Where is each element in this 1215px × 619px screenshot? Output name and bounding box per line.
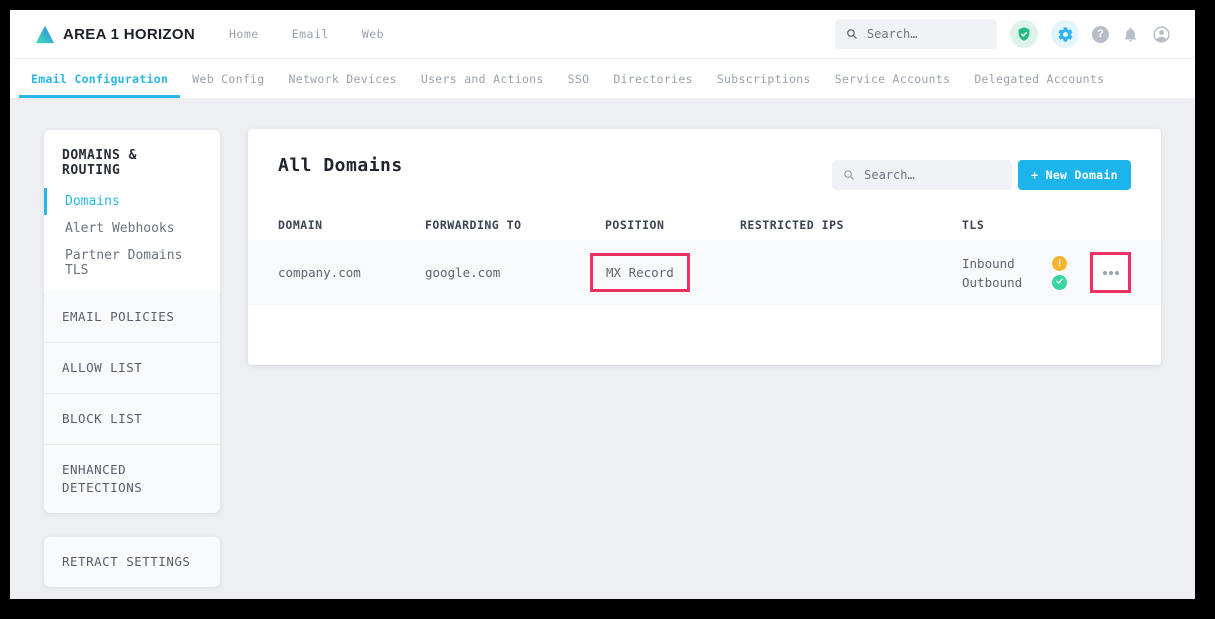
sidebar-item-email-policies[interactable]: EMAIL POLICIES <box>44 292 220 343</box>
primary-nav: Home Email Web <box>229 27 384 41</box>
column-forwarding-to: FORWARDING TO <box>425 218 605 232</box>
tab-email-configuration[interactable]: Email Configuration <box>19 59 180 98</box>
sidebar-item-domains[interactable]: Domains <box>44 188 220 215</box>
nav-home[interactable]: Home <box>229 27 259 41</box>
cell-tls: Inbound Outbound ! <box>962 252 1161 293</box>
help-button[interactable]: ? <box>1092 26 1109 43</box>
sidebar-item-block-list[interactable]: BLOCK LIST <box>44 394 220 445</box>
sidebar-item-partner-domains-tls[interactable]: Partner Domains TLS <box>44 242 220 284</box>
tab-network-devices[interactable]: Network Devices <box>277 59 409 98</box>
tab-delegated-accounts[interactable]: Delegated Accounts <box>962 59 1116 98</box>
page-title: All Domains <box>278 155 403 176</box>
ellipsis-menu-icon <box>1109 271 1113 275</box>
row-actions-highlight-box <box>1090 252 1131 293</box>
domains-search-input[interactable] <box>864 168 1001 182</box>
cell-forwarding-to: google.com <box>425 265 605 280</box>
table-row[interactable]: company.com google.com MX Record Inbound… <box>248 240 1161 305</box>
column-tls: TLS <box>962 218 1161 232</box>
sidebar-item-enhanced-detections[interactable]: ENHANCED DETECTIONS <box>44 445 220 513</box>
nav-web[interactable]: Web <box>362 27 384 41</box>
notifications-bell-icon <box>1122 26 1139 43</box>
column-domain: DOMAIN <box>278 218 425 232</box>
brand-name: AREA 1 HORIZON <box>63 26 195 43</box>
tls-labels: Inbound Outbound <box>962 254 1052 292</box>
top-bar-actions: ? <box>835 19 1171 49</box>
sidebar-policies-card: EMAIL POLICIES ALLOW LIST BLOCK LIST ENH… <box>44 292 220 513</box>
account-button[interactable] <box>1152 25 1171 44</box>
column-restricted-ips: RESTRICTED IPS <box>740 218 962 232</box>
domains-search[interactable] <box>832 160 1012 190</box>
shield-check-icon <box>1016 26 1032 42</box>
tab-sso[interactable]: SSO <box>556 59 602 98</box>
warning-icon: ! <box>1052 256 1067 271</box>
tls-status-icons: ! <box>1052 256 1068 290</box>
area1-triangle-logo-icon <box>34 23 56 45</box>
settings-gear-icon <box>1057 26 1074 43</box>
search-icon <box>846 27 858 41</box>
app-window: AREA 1 HORIZON Home Email Web <box>10 10 1195 599</box>
nav-email[interactable]: Email <box>292 27 329 41</box>
column-position: POSITION <box>605 218 740 232</box>
cell-position: MX Record <box>605 253 740 292</box>
check-icon <box>1052 275 1067 290</box>
tab-service-accounts[interactable]: Service Accounts <box>823 59 963 98</box>
settings-button[interactable] <box>1051 20 1079 48</box>
brand-logo[interactable]: AREA 1 HORIZON <box>34 23 195 45</box>
tab-subscriptions[interactable]: Subscriptions <box>705 59 823 98</box>
all-domains-card: All Domains + New Domain DOMAIN FORWARDI… <box>248 129 1161 365</box>
secondary-nav: Email Configuration Web Config Network D… <box>10 58 1195 98</box>
top-bar: AREA 1 HORIZON Home Email Web <box>10 10 1195 58</box>
tls-outbound-label: Outbound <box>962 273 1052 292</box>
ellipsis-menu-icon <box>1115 271 1119 275</box>
sidebar-item-allow-list[interactable]: ALLOW LIST <box>44 343 220 394</box>
position-value-highlight-box: MX Record <box>590 253 690 292</box>
cell-domain: company.com <box>278 265 425 280</box>
sidebar-item-alert-webhooks[interactable]: Alert Webhooks <box>44 215 220 242</box>
tls-inbound-label: Inbound <box>962 254 1052 273</box>
sidebar-domains-routing-card: DOMAINS & ROUTING Domains Alert Webhooks… <box>44 130 220 298</box>
account-icon <box>1152 25 1171 44</box>
row-actions-menu-button[interactable] <box>1096 258 1125 287</box>
tab-web-config[interactable]: Web Config <box>180 59 276 98</box>
help-icon: ? <box>1092 26 1109 43</box>
table-header: DOMAIN FORWARDING TO POSITION RESTRICTED… <box>248 218 1161 232</box>
notifications-button[interactable] <box>1122 26 1139 43</box>
ellipsis-menu-icon <box>1103 271 1107 275</box>
global-search-input[interactable] <box>867 27 986 41</box>
search-icon <box>843 168 855 182</box>
new-domain-button[interactable]: + New Domain <box>1018 160 1131 190</box>
sidebar-retract-card: RETRACT SETTINGS <box>44 537 220 587</box>
security-status-button[interactable] <box>1010 20 1038 48</box>
tab-users-and-actions[interactable]: Users and Actions <box>409 59 556 98</box>
sidebar-section-title: DOMAINS & ROUTING <box>44 148 220 188</box>
global-search[interactable] <box>835 19 997 49</box>
content-area: DOMAINS & ROUTING Domains Alert Webhooks… <box>10 98 1195 599</box>
sidebar-item-retract-settings[interactable]: RETRACT SETTINGS <box>44 537 220 587</box>
tab-directories[interactable]: Directories <box>601 59 704 98</box>
